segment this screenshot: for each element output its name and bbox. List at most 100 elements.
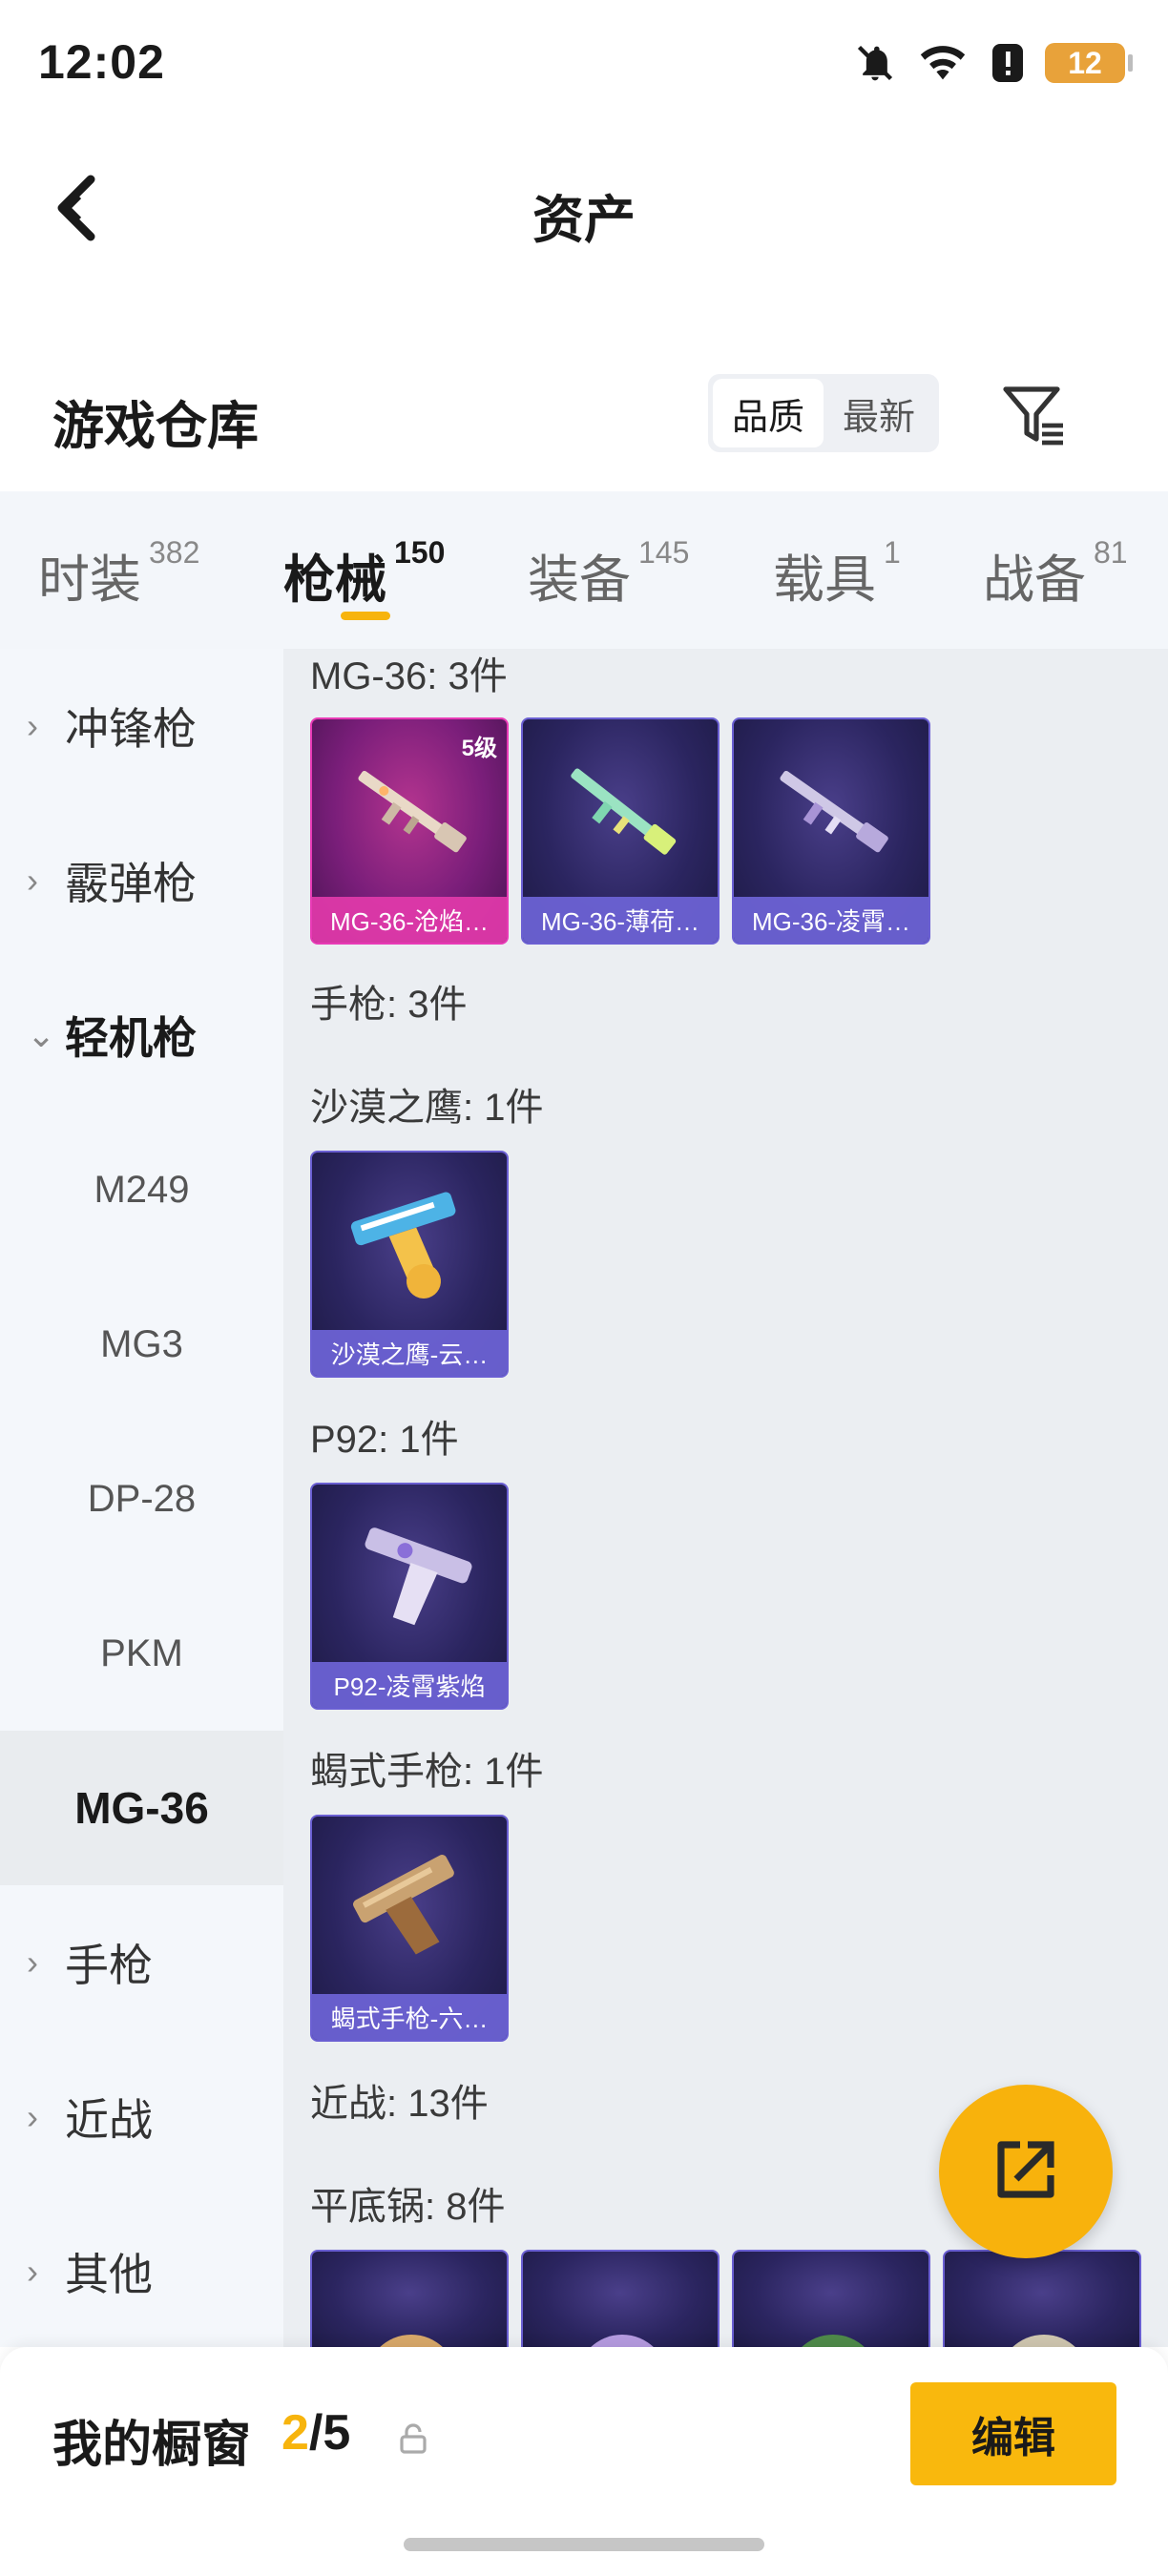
page-title: 资产	[532, 192, 636, 249]
sidebar-item-label: 霰弹枪	[65, 859, 197, 908]
item-card[interactable]: MG-36-薄荷…	[521, 717, 720, 945]
item-name: MG-36-沧焰…	[312, 897, 507, 943]
showcase-current: 2	[282, 2405, 309, 2461]
sidebar-item-lmg[interactable]: ⌄ 轻机枪	[0, 958, 283, 1112]
group-title: 平底锅: 8件	[310, 2186, 506, 2228]
tab-count: 1	[884, 535, 901, 570]
sidebar-item-label: DP-28	[87, 1477, 197, 1520]
chevron-right-icon: ›	[27, 2252, 38, 2291]
section-header: 游戏仓库 品质 最新	[0, 363, 1168, 477]
item-name: MG-36-凌霄…	[734, 897, 928, 943]
alert-icon	[990, 42, 1026, 84]
group-title: 沙漠之鹰: 1件	[310, 1087, 544, 1129]
item-name: P92-凌霄紫焰	[312, 1662, 507, 1708]
tab-firearms[interactable]: 枪械 150	[283, 535, 446, 613]
item-card[interactable]: P92-凌霄紫焰	[310, 1483, 509, 1710]
sidebar-item-label: MG-36	[74, 1783, 209, 1833]
home-indicator	[404, 2538, 764, 2551]
sort-toggle: 品质 最新	[708, 374, 939, 452]
sidebar-item-label: MG3	[100, 1322, 183, 1365]
item-card[interactable]	[310, 2250, 509, 2347]
tab-count: 145	[638, 535, 690, 570]
chevron-right-icon: ›	[27, 2097, 38, 2136]
wifi-icon	[915, 42, 970, 84]
sidebar-item-label: 冲锋枪	[65, 704, 197, 754]
item-name: MG-36-薄荷…	[523, 897, 718, 943]
showcase-count: 2/5	[282, 2404, 350, 2462]
pan-icon	[312, 2252, 507, 2347]
showcase-total: /5	[308, 2405, 351, 2461]
filter-icon	[1000, 386, 1069, 452]
sidebar-item-smg[interactable]: › 冲锋枪	[0, 649, 283, 803]
category-sidebar: › 冲锋枪 › 霰弹枪 ⌄ 轻机枪 M249 MG3 DP-28 PKM MG-…	[0, 649, 283, 2347]
pan-icon	[523, 2252, 718, 2347]
pistol-icon	[312, 1485, 507, 1666]
pistol-icon	[312, 1817, 507, 1998]
tab-count: 382	[149, 535, 200, 570]
item-level-badge: 5级	[461, 736, 497, 761]
sidebar-subitem-pkm[interactable]: PKM	[0, 1576, 283, 1731]
sidebar-item-label: PKM	[100, 1631, 183, 1674]
tab-label: 战备	[983, 551, 1086, 609]
item-card[interactable]: 沙漠之鹰-云…	[310, 1151, 509, 1378]
filter-button[interactable]	[1000, 382, 1069, 448]
pan-icon	[734, 2252, 928, 2347]
sort-option-latest[interactable]: 最新	[824, 379, 934, 447]
tab-label: 载具	[773, 551, 876, 609]
share-button[interactable]	[939, 2085, 1113, 2258]
item-card[interactable]: 5级 MG-36-沧焰…	[310, 717, 509, 945]
battery-icon: 12	[1045, 43, 1133, 83]
item-name: 蝎式手枪-六…	[312, 1994, 507, 2040]
status-icons: 12	[854, 42, 1133, 84]
tab-fashion[interactable]: 时装 382	[38, 535, 200, 613]
chevron-right-icon: ›	[27, 706, 38, 745]
sidebar-item-label: M249	[94, 1168, 190, 1211]
showcase-bar: 我的橱窗 2/5 编辑	[0, 2347, 1168, 2576]
showcase-label: 我的橱窗	[52, 2418, 252, 2473]
sidebar-item-pistol[interactable]: › 手枪	[0, 1885, 283, 2040]
sidebar-subitem-mg3[interactable]: MG3	[0, 1267, 283, 1422]
sidebar-item-other[interactable]: › 其他	[0, 2194, 283, 2349]
item-card[interactable]: MG-36-凌霄…	[732, 717, 930, 945]
pistol-icon	[312, 1153, 507, 1334]
chevron-down-icon: ⌄	[27, 1015, 56, 1054]
item-card[interactable]	[521, 2250, 720, 2347]
section-title: 游戏仓库	[52, 398, 259, 455]
status-time: 12:02	[38, 35, 165, 89]
sidebar-item-melee[interactable]: › 近战	[0, 2040, 283, 2194]
tab-label: 枪械	[283, 551, 386, 609]
tab-equipment[interactable]: 装备 145	[528, 535, 690, 613]
item-card[interactable]: 蝎式手枪-六…	[310, 1815, 509, 2042]
item-card[interactable]	[732, 2250, 930, 2347]
group-title: 近战: 13件	[310, 2083, 489, 2125]
sidebar-item-label: 近战	[65, 2095, 153, 2145]
edit-button[interactable]: 编辑	[910, 2382, 1116, 2485]
sort-option-quality[interactable]: 品质	[713, 379, 824, 447]
sidebar-subitem-mg36[interactable]: MG-36	[0, 1731, 283, 1885]
group-title: 手枪: 3件	[310, 984, 468, 1026]
tab-active-indicator	[341, 612, 390, 620]
bell-off-icon	[854, 42, 896, 84]
lock-icon	[399, 2423, 428, 2459]
tab-label: 时装	[38, 551, 141, 609]
nav-bar: 资产	[0, 143, 1168, 267]
item-name: 沙漠之鹰-云…	[312, 1330, 507, 1376]
chevron-right-icon: ›	[27, 861, 38, 900]
sidebar-item-label: 其他	[65, 2250, 153, 2299]
rifle-icon	[734, 719, 928, 901]
group-title: MG-36: 3件	[310, 655, 508, 697]
category-tabs: 时装 382 枪械 150 装备 145 载具 1 战备 81	[0, 491, 1168, 649]
sidebar-subitem-dp28[interactable]: DP-28	[0, 1422, 283, 1576]
rifle-icon	[523, 719, 718, 901]
chevron-right-icon: ›	[27, 1942, 38, 1982]
group-title: P92: 1件	[310, 1419, 459, 1461]
tab-vehicles[interactable]: 载具 1	[773, 535, 901, 613]
tab-supplies[interactable]: 战备 81	[983, 535, 1128, 613]
item-card[interactable]	[943, 2250, 1141, 2347]
sidebar-subitem-m249[interactable]: M249	[0, 1112, 283, 1267]
group-title: 蝎式手枪: 1件	[310, 1751, 544, 1793]
sidebar-item-shotgun[interactable]: › 霰弹枪	[0, 803, 283, 958]
sidebar-item-label: 轻机枪	[65, 1013, 197, 1063]
tab-count: 150	[394, 535, 446, 570]
sidebar-item-label: 手枪	[65, 1941, 153, 1990]
